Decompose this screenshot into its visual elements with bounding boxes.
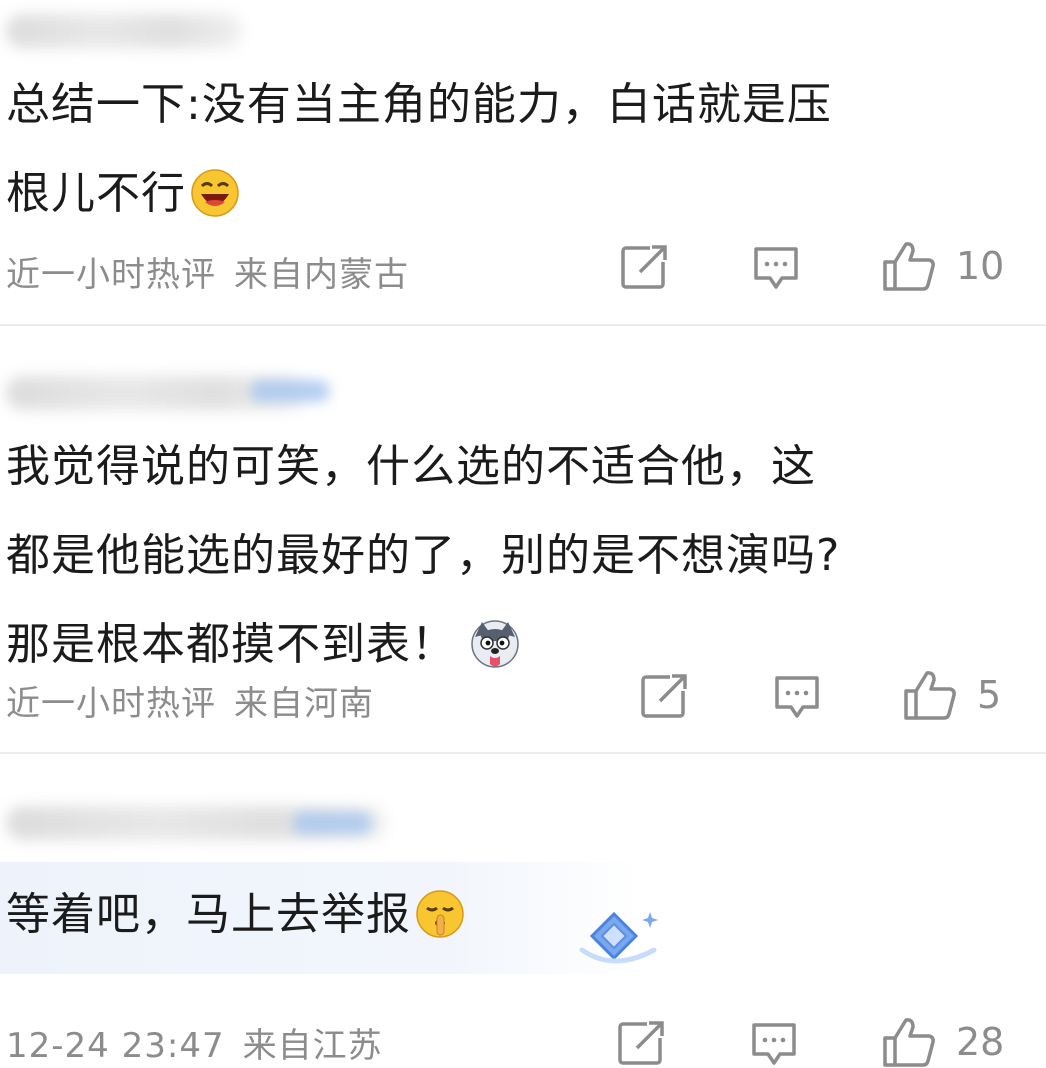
reply-button[interactable]	[750, 1020, 798, 1068]
like-button[interactable]: 5	[903, 669, 1001, 721]
comment-time: 12-24 23:47	[6, 1026, 225, 1066]
user-badge-blurred	[292, 812, 372, 834]
like-count: 5	[977, 673, 1002, 717]
comment-text-line: 等着吧，马上去举报	[6, 889, 411, 940]
username-blurred[interactable]	[6, 14, 242, 48]
comment-location: 来自内蒙古	[234, 255, 409, 295]
comment-location: 来自河南	[234, 684, 374, 724]
user-badge-blurred	[250, 380, 330, 402]
comment-bubble-icon	[773, 673, 821, 721]
comment-text-line: 都是他能选的最好的了，别的是不想演吗?	[6, 530, 841, 581]
like-button[interactable]: 10	[882, 240, 1004, 292]
share-icon	[617, 1020, 665, 1066]
reply-button[interactable]	[773, 673, 821, 721]
comment-text-line: 我觉得说的可笑，什么选的不适合他，这	[6, 441, 816, 492]
share-button[interactable]	[620, 244, 668, 290]
comment-text-line: 总结一下:没有当主角的能力，白话就是压	[6, 79, 832, 130]
like-count: 10	[956, 244, 1005, 288]
comment-text-line: 根儿不行	[6, 168, 186, 219]
comment-time: 近一小时热评	[6, 684, 216, 724]
comment-time: 近一小时热评	[6, 255, 216, 295]
comment-meta: 近一小时热评 来自河南	[6, 676, 392, 725]
shushing-face-icon	[415, 880, 465, 938]
share-icon	[640, 673, 688, 719]
comment-text[interactable]: 总结一下:没有当主角的能力，白话就是压 根儿不行	[6, 60, 832, 238]
comment-text[interactable]: 我觉得说的可笑，什么选的不适合他，这 都是他能选的最好的了，别的是不想演吗? 那…	[6, 422, 840, 689]
share-icon	[620, 244, 668, 290]
thumbs-up-icon	[882, 1016, 936, 1068]
comment-bubble-icon	[750, 1020, 798, 1068]
comment-location: 来自江苏	[242, 1026, 383, 1066]
thumbs-up-icon	[882, 240, 936, 292]
reply-button[interactable]	[752, 244, 800, 292]
divider	[0, 752, 1046, 754]
laughing-face-icon	[190, 159, 240, 217]
diamond-badge-icon	[574, 908, 664, 984]
share-button[interactable]	[617, 1020, 665, 1066]
comment-meta: 近一小时热评 来自内蒙古	[6, 247, 427, 296]
like-button[interactable]: 28	[882, 1016, 1004, 1068]
comment-text-line: 那是根本都摸不到表！	[6, 619, 456, 670]
comment-text[interactable]: 等着吧，马上去举报	[6, 870, 465, 959]
like-count: 28	[956, 1020, 1005, 1064]
thumbs-up-icon	[903, 669, 957, 721]
husky-dog-icon	[470, 610, 520, 668]
comment-bubble-icon	[752, 244, 800, 292]
share-button[interactable]	[640, 673, 688, 719]
divider	[0, 324, 1046, 326]
